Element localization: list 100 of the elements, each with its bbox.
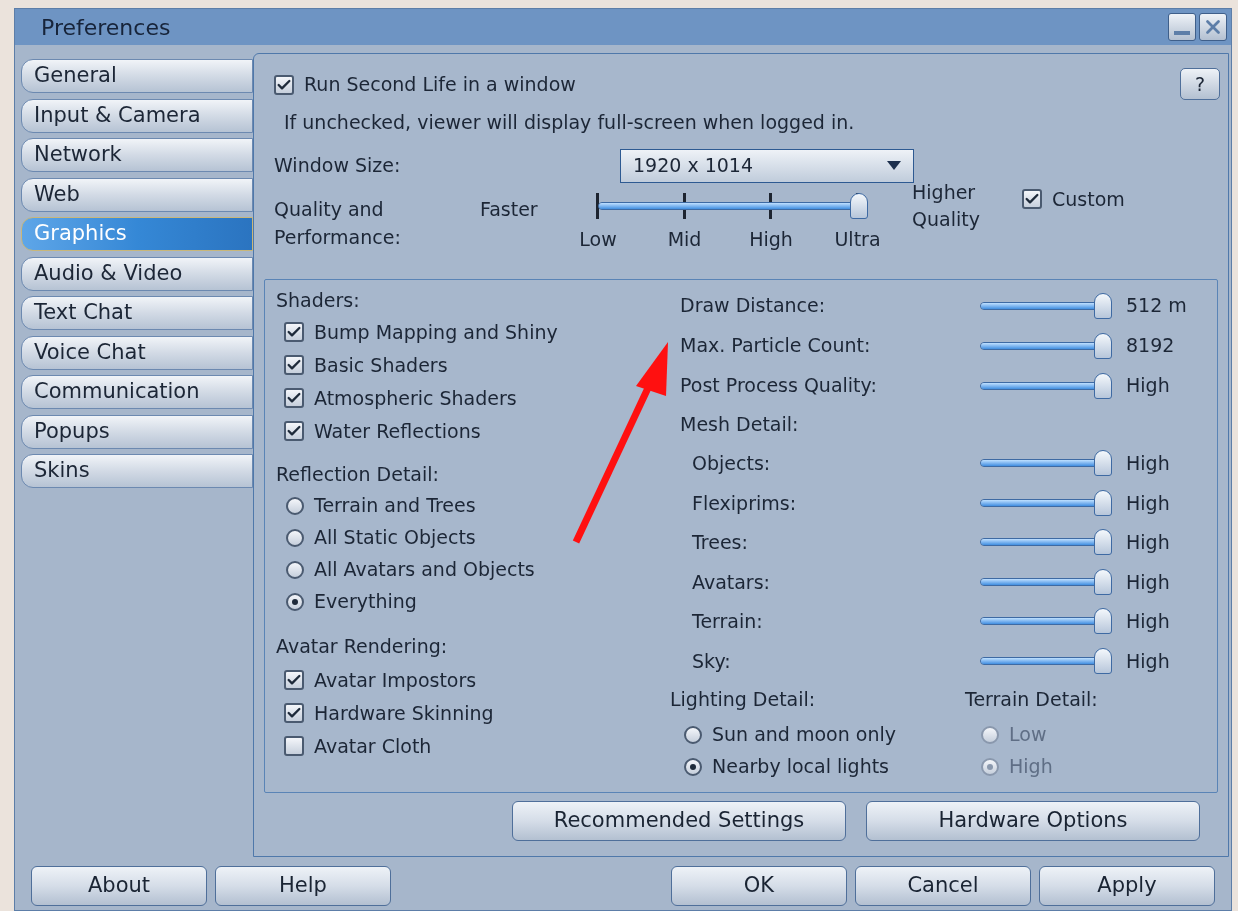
caret-icon [887, 161, 901, 170]
checkbox-label: Atmospheric Shaders [314, 385, 517, 411]
button[interactable]: Cancel [855, 866, 1031, 906]
checkbox-label: Run Second Life in a window [304, 72, 576, 98]
sidebar-tab[interactable]: Audio & Video [21, 256, 253, 291]
radio-button[interactable] [286, 496, 304, 515]
slider-value: 8192 [1126, 333, 1175, 359]
checkbox-label: Custom [1052, 186, 1125, 212]
radio-button[interactable] [286, 560, 304, 579]
checkbox[interactable] [274, 74, 294, 95]
slider-value: High [1126, 490, 1170, 516]
minimize-button[interactable] [1168, 13, 1196, 41]
tick-label: High [749, 226, 793, 252]
slider-label: Trees: [691, 530, 749, 555]
checkbox-label: Basic Shaders [314, 352, 448, 378]
slider-thumb[interactable] [1094, 292, 1112, 319]
button[interactable]: Hardware Options [866, 800, 1200, 841]
slider-thumb[interactable] [1094, 608, 1112, 635]
radio-label: Sun and moon only [712, 722, 896, 748]
radio-label: Low [1009, 722, 1047, 748]
radio-button[interactable] [286, 528, 304, 547]
sidebar-tab[interactable]: Text Chat [21, 296, 253, 330]
slider[interactable] [980, 647, 1112, 674]
radio-label: Nearby local lights [712, 754, 890, 780]
radio-button[interactable] [684, 757, 702, 776]
slider-thumb[interactable] [1094, 647, 1112, 674]
radio-label: Everything [314, 589, 417, 615]
checkbox-label: Avatar Cloth [314, 733, 432, 759]
slider[interactable] [598, 192, 868, 219]
slider-value: High [1126, 451, 1170, 476]
help-button[interactable]: ? [1180, 68, 1220, 100]
button[interactable]: Recommended Settings [512, 800, 846, 841]
radio-button[interactable] [684, 725, 702, 744]
sidebar-tab[interactable]: Network [21, 138, 253, 172]
minimize-icon [1174, 31, 1190, 35]
slider-label: Avatars: [691, 569, 771, 595]
slider-thumb[interactable] [850, 192, 868, 219]
radio-label: Terrain and Trees [314, 493, 476, 519]
slider-thumb[interactable] [1094, 568, 1112, 595]
checkbox[interactable] [284, 736, 304, 756]
slider-end-label: Higher Quality [912, 179, 981, 232]
checkbox[interactable] [284, 388, 304, 408]
section-heading: Avatar Rendering: [276, 633, 449, 659]
checkbox[interactable] [284, 355, 304, 375]
checkbox[interactable] [284, 322, 304, 342]
slider-value: 512 m [1126, 293, 1187, 319]
checkbox[interactable] [284, 703, 304, 723]
slider-thumb[interactable] [1094, 489, 1112, 516]
checkbox[interactable] [284, 421, 304, 441]
tick-label: Mid [667, 226, 702, 252]
sidebar-tab[interactable]: Web [21, 177, 253, 212]
tick-label: Low [579, 226, 617, 252]
slider-thumb[interactable] [1094, 332, 1112, 359]
hint-text: If unchecked, viewer will display full-screen when logged in. [283, 110, 856, 135]
sidebar-tab[interactable]: Input & Camera [21, 98, 253, 133]
slider-label: Max. Particle Count: [680, 333, 872, 359]
checkbox[interactable] [1022, 189, 1042, 209]
radio-label: All Avatars and Objects [314, 557, 535, 583]
sidebar-tab[interactable]: Skins [21, 454, 253, 488]
close-button[interactable] [1199, 13, 1227, 41]
radio-label: High [1009, 754, 1053, 780]
slider[interactable] [980, 608, 1112, 635]
slider-label: Sky: [691, 648, 732, 674]
section-heading: Terrain Detail: [965, 687, 1098, 713]
slider-thumb[interactable] [1094, 529, 1112, 556]
slider[interactable] [980, 372, 1112, 399]
sidebar-tab[interactable]: Popups [21, 414, 253, 449]
slider-label: Post Process Quality: [680, 373, 878, 399]
tick-label: Ultra [834, 226, 881, 252]
sidebar-tab[interactable]: Voice Chat [21, 335, 253, 370]
section-heading: Shaders: [276, 287, 361, 313]
slider[interactable] [980, 292, 1112, 319]
slider-value: High [1126, 373, 1170, 399]
slider-label: Draw Distance: [680, 293, 827, 319]
button[interactable]: Help [215, 866, 391, 906]
button[interactable]: OK [671, 866, 847, 906]
slider-value: High [1126, 609, 1170, 634]
slider[interactable] [980, 332, 1112, 359]
slider-value: High [1126, 530, 1170, 555]
radio-button[interactable] [286, 592, 304, 611]
button[interactable]: Apply [1039, 866, 1215, 906]
slider-thumb[interactable] [1094, 372, 1112, 399]
slider-value: High [1126, 569, 1170, 595]
checkbox-label: Hardware Skinning [314, 700, 494, 726]
slider-label: Terrain: [691, 609, 764, 634]
window-title: Preferences [41, 13, 171, 42]
radio-label: All Static Objects [314, 525, 476, 551]
slider-thumb[interactable] [1094, 450, 1112, 477]
sidebar-tab[interactable]: Communication [21, 375, 253, 409]
slider[interactable] [980, 450, 1112, 477]
slider-label: Objects: [691, 451, 772, 476]
slider[interactable] [980, 568, 1112, 595]
checkbox[interactable] [284, 670, 304, 690]
slider[interactable] [980, 529, 1112, 556]
checkbox-label: Bump Mapping and Shiny [314, 319, 558, 345]
field-label: Quality and Performance: [274, 196, 402, 250]
button[interactable]: About [31, 866, 207, 906]
slider[interactable] [980, 489, 1112, 516]
sidebar-tab[interactable]: General [21, 59, 253, 93]
window-size-dropdown[interactable]: 1920 x 1014 [620, 148, 914, 183]
